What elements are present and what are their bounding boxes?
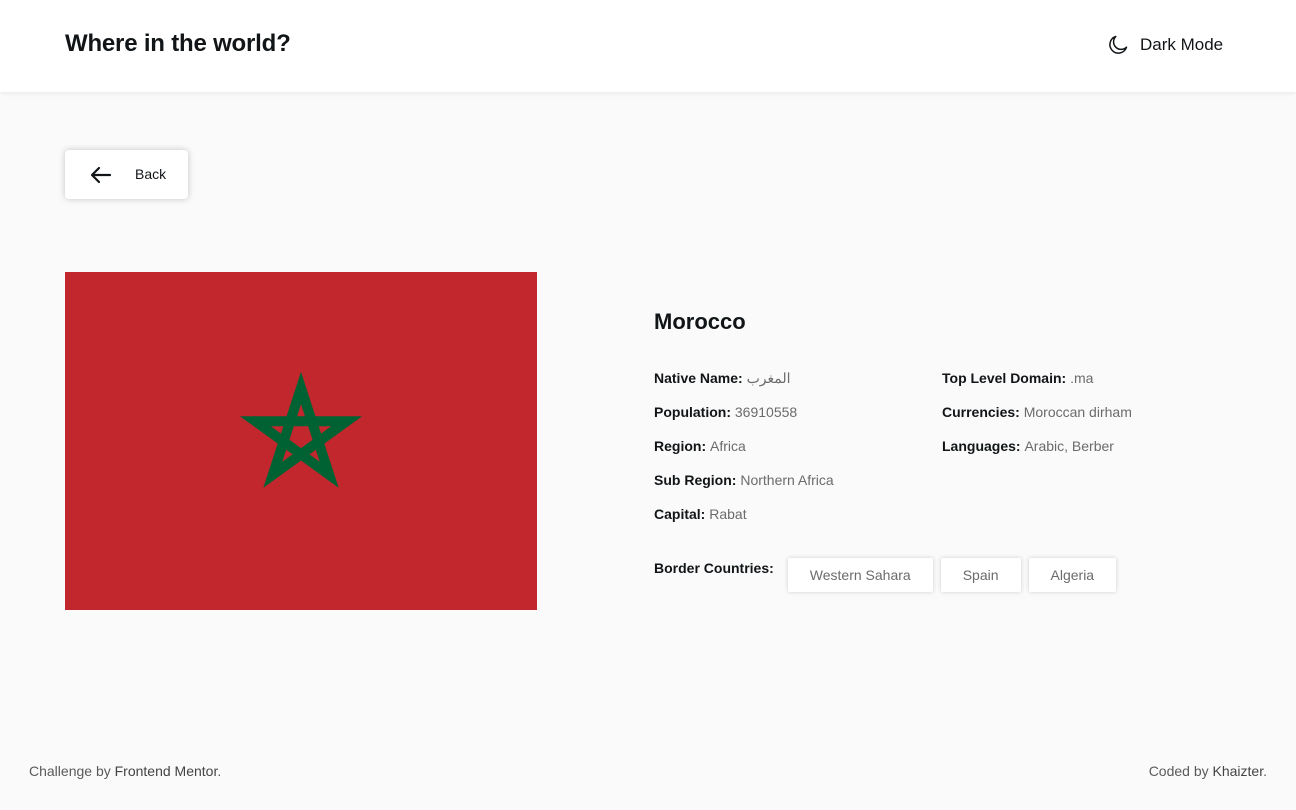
detail-top-level-domain: Top Level Domain: .ma bbox=[942, 370, 1094, 386]
detail-region: Region: Africa bbox=[654, 438, 746, 454]
footer-credit: Coded by Khaizter. bbox=[1148, 763, 1267, 779]
border-countries: Border Countries: Western Sahara Spain A… bbox=[654, 558, 1124, 592]
site-title[interactable]: Where in the world? bbox=[65, 30, 291, 58]
country-details-secondary: Top Level Domain: .ma Currencies: Morocc… bbox=[942, 370, 1132, 472]
frontend-mentor-link[interactable]: Frontend Mentor bbox=[115, 763, 218, 779]
back-button-label: Back bbox=[135, 166, 167, 182]
border-country-chip[interactable]: Algeria bbox=[1028, 558, 1117, 592]
country-flag bbox=[65, 272, 537, 610]
back-button[interactable]: Back bbox=[65, 150, 188, 199]
site-header: Where in the world? Dark Mode bbox=[0, 0, 1296, 92]
footer-attribution: Challenge by Frontend Mentor. bbox=[29, 763, 222, 779]
author-link[interactable]: Khaizter bbox=[1213, 763, 1264, 779]
moon-icon bbox=[1106, 33, 1130, 57]
dark-mode-label: Dark Mode bbox=[1140, 35, 1224, 54]
detail-languages: Languages: Arabic, Berber bbox=[942, 438, 1114, 454]
country-name: Morocco bbox=[654, 309, 746, 334]
country-details-primary: Native Name: المغرب Population: 36910558… bbox=[654, 370, 834, 540]
dark-mode-toggle[interactable]: Dark Mode bbox=[1106, 33, 1223, 57]
border-country-chip[interactable]: Spain bbox=[940, 558, 1021, 592]
detail-capital: Capital: Rabat bbox=[654, 506, 747, 522]
detail-sub-region: Sub Region: Northern Africa bbox=[654, 472, 834, 488]
border-countries-label: Border Countries: bbox=[654, 560, 774, 576]
detail-currencies: Currencies: Moroccan dirham bbox=[942, 404, 1132, 420]
detail-population: Population: 36910558 bbox=[654, 404, 798, 420]
detail-native-name: Native Name: المغرب bbox=[654, 370, 791, 386]
border-country-chip[interactable]: Western Sahara bbox=[787, 558, 933, 592]
arrow-left-icon bbox=[90, 166, 112, 187]
